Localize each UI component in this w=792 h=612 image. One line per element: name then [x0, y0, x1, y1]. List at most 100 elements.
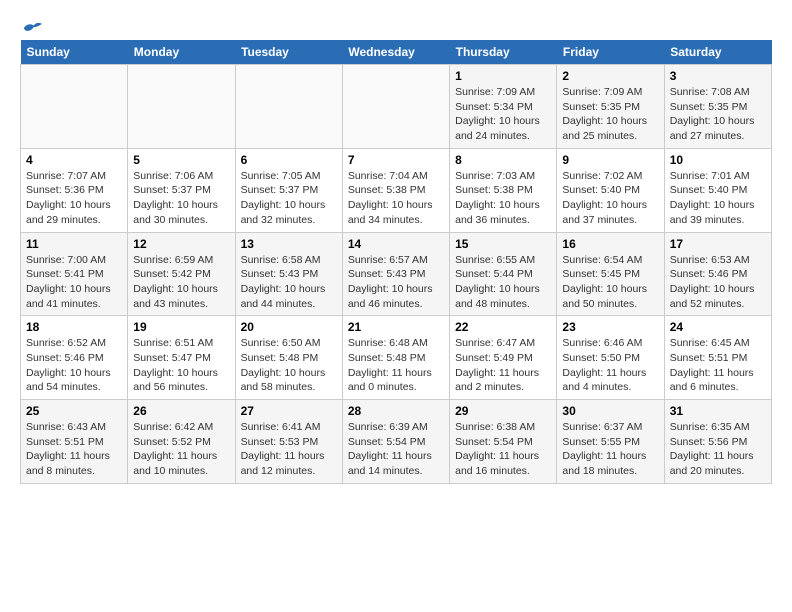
- day-number: 19: [133, 320, 229, 334]
- day-detail: Sunrise: 6:58 AM Sunset: 5:43 PM Dayligh…: [241, 253, 337, 312]
- header: [20, 16, 772, 32]
- day-detail: Sunrise: 6:52 AM Sunset: 5:46 PM Dayligh…: [26, 336, 122, 395]
- calendar-cell: 27 Sunrise: 6:41 AM Sunset: 5:53 PM Dayli…: [235, 400, 342, 484]
- day-number: 29: [455, 404, 551, 418]
- calendar-cell: 30Sunrise: 6:37 AM Sunset: 5:55 PM Dayli…: [557, 400, 664, 484]
- calendar-cell: 22 Sunrise: 6:47 AM Sunset: 5:49 PM Dayli…: [450, 316, 557, 400]
- logo: [20, 20, 42, 32]
- calendar-cell: 8Sunrise: 7:03 AM Sunset: 5:38 PM Daylig…: [450, 148, 557, 232]
- day-number: 2: [562, 69, 658, 83]
- day-number: 25: [26, 404, 122, 418]
- day-detail: Sunrise: 7:01 AM Sunset: 5:40 PM Dayligh…: [670, 169, 766, 228]
- weekday-header-sunday: Sunday: [21, 40, 128, 65]
- day-number: 6: [241, 153, 337, 167]
- calendar-cell: 11 Sunrise: 7:00 AM Sunset: 5:41 PM Dayli…: [21, 232, 128, 316]
- day-detail: Sunrise: 7:08 AM Sunset: 5:35 PM Dayligh…: [670, 85, 766, 144]
- calendar-week-row: 11 Sunrise: 7:00 AM Sunset: 5:41 PM Dayli…: [21, 232, 772, 316]
- day-number: 24: [670, 320, 766, 334]
- day-detail: Sunrise: 6:39 AM Sunset: 5:54 PM Dayligh…: [348, 420, 444, 479]
- calendar-cell: [21, 65, 128, 149]
- day-number: 16: [562, 237, 658, 251]
- logo-bird-icon: [22, 20, 42, 36]
- day-detail: Sunrise: 7:09 AM Sunset: 5:35 PM Dayligh…: [562, 85, 658, 144]
- day-number: 23: [562, 320, 658, 334]
- calendar-cell: 16 Sunrise: 6:54 AM Sunset: 5:45 PM Dayli…: [557, 232, 664, 316]
- weekday-header-row: SundayMondayTuesdayWednesdayThursdayFrid…: [21, 40, 772, 65]
- day-detail: Sunrise: 6:45 AM Sunset: 5:51 PM Dayligh…: [670, 336, 766, 395]
- calendar-cell: 4Sunrise: 7:07 AM Sunset: 5:36 PM Daylig…: [21, 148, 128, 232]
- day-number: 5: [133, 153, 229, 167]
- day-detail: Sunrise: 7:07 AM Sunset: 5:36 PM Dayligh…: [26, 169, 122, 228]
- calendar-cell: 7 Sunrise: 7:04 AM Sunset: 5:38 PM Daylig…: [342, 148, 449, 232]
- day-detail: Sunrise: 6:51 AM Sunset: 5:47 PM Dayligh…: [133, 336, 229, 395]
- calendar-cell: 23 Sunrise: 6:46 AM Sunset: 5:50 PM Dayli…: [557, 316, 664, 400]
- day-detail: Sunrise: 6:47 AM Sunset: 5:49 PM Dayligh…: [455, 336, 551, 395]
- weekday-header-friday: Friday: [557, 40, 664, 65]
- day-number: 10: [670, 153, 766, 167]
- calendar-cell: 31Sunrise: 6:35 AM Sunset: 5:56 PM Dayli…: [664, 400, 771, 484]
- calendar-week-row: 25 Sunrise: 6:43 AM Sunset: 5:51 PM Dayli…: [21, 400, 772, 484]
- day-detail: Sunrise: 6:53 AM Sunset: 5:46 PM Dayligh…: [670, 253, 766, 312]
- calendar-cell: 5 Sunrise: 7:06 AM Sunset: 5:37 PM Daylig…: [128, 148, 235, 232]
- weekday-header-saturday: Saturday: [664, 40, 771, 65]
- day-number: 20: [241, 320, 337, 334]
- calendar-cell: 10 Sunrise: 7:01 AM Sunset: 5:40 PM Dayli…: [664, 148, 771, 232]
- day-number: 13: [241, 237, 337, 251]
- calendar-cell: 9 Sunrise: 7:02 AM Sunset: 5:40 PM Daylig…: [557, 148, 664, 232]
- calendar-cell: 29 Sunrise: 6:38 AM Sunset: 5:54 PM Dayli…: [450, 400, 557, 484]
- day-number: 1: [455, 69, 551, 83]
- calendar-week-row: 4Sunrise: 7:07 AM Sunset: 5:36 PM Daylig…: [21, 148, 772, 232]
- day-number: 22: [455, 320, 551, 334]
- calendar-cell: [128, 65, 235, 149]
- day-number: 15: [455, 237, 551, 251]
- day-number: 18: [26, 320, 122, 334]
- day-detail: Sunrise: 7:06 AM Sunset: 5:37 PM Dayligh…: [133, 169, 229, 228]
- calendar-week-row: 18 Sunrise: 6:52 AM Sunset: 5:46 PM Dayli…: [21, 316, 772, 400]
- calendar-cell: 3 Sunrise: 7:08 AM Sunset: 5:35 PM Daylig…: [664, 65, 771, 149]
- day-detail: Sunrise: 6:59 AM Sunset: 5:42 PM Dayligh…: [133, 253, 229, 312]
- weekday-header-tuesday: Tuesday: [235, 40, 342, 65]
- day-detail: Sunrise: 7:03 AM Sunset: 5:38 PM Dayligh…: [455, 169, 551, 228]
- day-number: 30: [562, 404, 658, 418]
- calendar-week-row: 1Sunrise: 7:09 AM Sunset: 5:34 PM Daylig…: [21, 65, 772, 149]
- day-detail: Sunrise: 7:00 AM Sunset: 5:41 PM Dayligh…: [26, 253, 122, 312]
- calendar-cell: [342, 65, 449, 149]
- day-detail: Sunrise: 6:43 AM Sunset: 5:51 PM Dayligh…: [26, 420, 122, 479]
- weekday-header-monday: Monday: [128, 40, 235, 65]
- day-number: 9: [562, 153, 658, 167]
- calendar-cell: 1Sunrise: 7:09 AM Sunset: 5:34 PM Daylig…: [450, 65, 557, 149]
- day-number: 12: [133, 237, 229, 251]
- calendar-cell: 18 Sunrise: 6:52 AM Sunset: 5:46 PM Dayli…: [21, 316, 128, 400]
- calendar-table: SundayMondayTuesdayWednesdayThursdayFrid…: [20, 40, 772, 484]
- day-detail: Sunrise: 6:54 AM Sunset: 5:45 PM Dayligh…: [562, 253, 658, 312]
- day-detail: Sunrise: 6:38 AM Sunset: 5:54 PM Dayligh…: [455, 420, 551, 479]
- day-number: 7: [348, 153, 444, 167]
- day-number: 17: [670, 237, 766, 251]
- day-number: 11: [26, 237, 122, 251]
- calendar-cell: 28 Sunrise: 6:39 AM Sunset: 5:54 PM Dayli…: [342, 400, 449, 484]
- calendar-cell: 2 Sunrise: 7:09 AM Sunset: 5:35 PM Daylig…: [557, 65, 664, 149]
- day-detail: Sunrise: 6:46 AM Sunset: 5:50 PM Dayligh…: [562, 336, 658, 395]
- day-detail: Sunrise: 7:02 AM Sunset: 5:40 PM Dayligh…: [562, 169, 658, 228]
- calendar-cell: 13 Sunrise: 6:58 AM Sunset: 5:43 PM Dayli…: [235, 232, 342, 316]
- day-number: 21: [348, 320, 444, 334]
- calendar-cell: 14Sunrise: 6:57 AM Sunset: 5:43 PM Dayli…: [342, 232, 449, 316]
- day-number: 28: [348, 404, 444, 418]
- weekday-header-wednesday: Wednesday: [342, 40, 449, 65]
- calendar-cell: 12 Sunrise: 6:59 AM Sunset: 5:42 PM Dayli…: [128, 232, 235, 316]
- calendar-cell: 19 Sunrise: 6:51 AM Sunset: 5:47 PM Dayli…: [128, 316, 235, 400]
- day-detail: Sunrise: 6:41 AM Sunset: 5:53 PM Dayligh…: [241, 420, 337, 479]
- day-number: 3: [670, 69, 766, 83]
- calendar-cell: [235, 65, 342, 149]
- calendar-cell: 17 Sunrise: 6:53 AM Sunset: 5:46 PM Dayli…: [664, 232, 771, 316]
- day-number: 27: [241, 404, 337, 418]
- calendar-cell: 26Sunrise: 6:42 AM Sunset: 5:52 PM Dayli…: [128, 400, 235, 484]
- day-detail: Sunrise: 6:42 AM Sunset: 5:52 PM Dayligh…: [133, 420, 229, 479]
- day-detail: Sunrise: 7:04 AM Sunset: 5:38 PM Dayligh…: [348, 169, 444, 228]
- weekday-header-thursday: Thursday: [450, 40, 557, 65]
- day-detail: Sunrise: 6:35 AM Sunset: 5:56 PM Dayligh…: [670, 420, 766, 479]
- calendar-cell: 15 Sunrise: 6:55 AM Sunset: 5:44 PM Dayli…: [450, 232, 557, 316]
- day-detail: Sunrise: 6:55 AM Sunset: 5:44 PM Dayligh…: [455, 253, 551, 312]
- day-detail: Sunrise: 6:48 AM Sunset: 5:48 PM Dayligh…: [348, 336, 444, 395]
- calendar-cell: 21 Sunrise: 6:48 AM Sunset: 5:48 PM Dayli…: [342, 316, 449, 400]
